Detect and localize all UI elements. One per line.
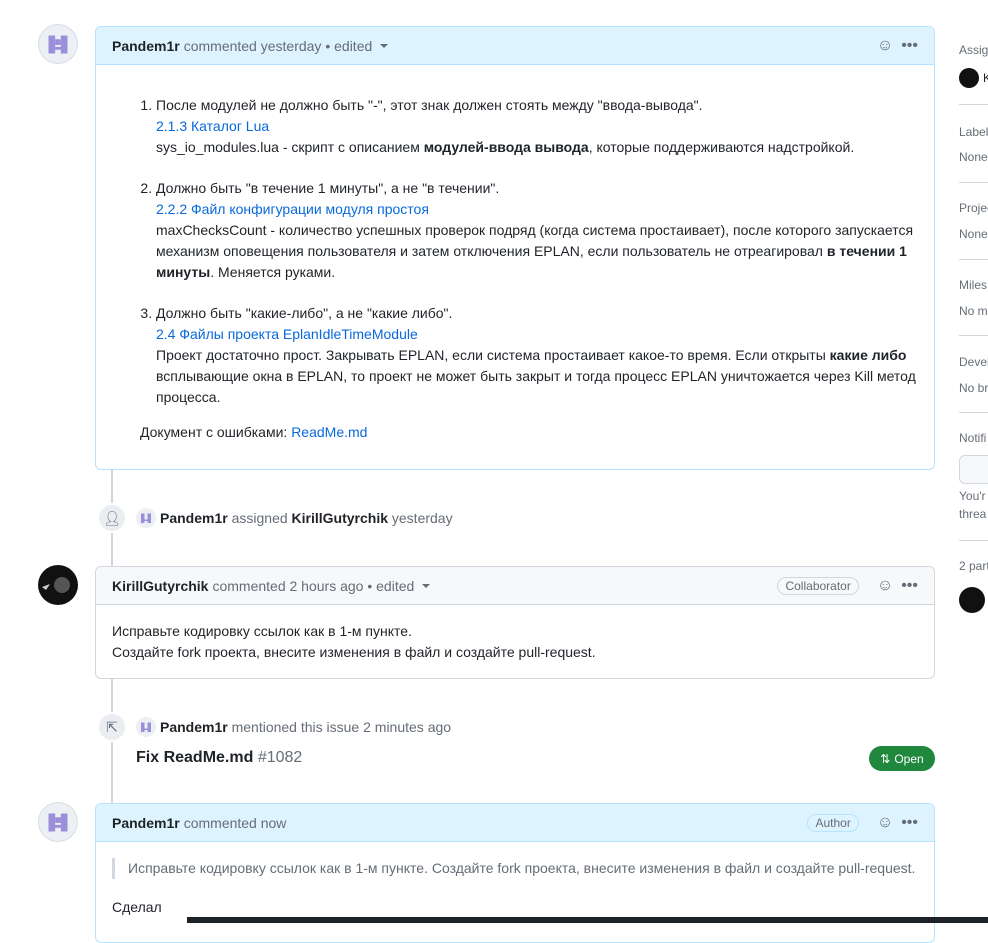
readme-link[interactable]: ReadMe.md <box>291 424 367 440</box>
comment-time: commented yesterday <box>183 37 322 54</box>
pr-state-badge: ⇅ Open <box>869 746 935 771</box>
comment-kirillgutyrchik: KirillGutyrchik commented 2 hours ago • … <box>95 566 935 679</box>
sidebar-notifications-heading: Notifi <box>959 431 987 445</box>
more-options-icon[interactable]: ••• <box>901 814 918 832</box>
sidebar-milestone-value: No m <box>959 304 988 318</box>
author-badge: Author <box>807 813 859 832</box>
subscribe-button[interactable] <box>959 455 988 484</box>
doc-reference: Документ с ошибками: ReadMe.md <box>140 424 368 440</box>
smiley-icon[interactable]: ☺ <box>877 577 893 595</box>
sidebar-labels-heading[interactable]: Label <box>959 125 988 139</box>
pull-request-icon: ⇅ <box>880 751 891 766</box>
comment-line: Исправьте кодировку ссылок как в 1-м пун… <box>112 623 412 639</box>
sidebar-participants-heading: 2 part <box>959 559 988 573</box>
comment-line: Создайте fork проекта, внесите изменения… <box>112 644 596 660</box>
more-options-icon[interactable]: ••• <box>901 577 918 595</box>
taskbar <box>187 917 988 923</box>
cross-reference-icon: ⇱ <box>97 712 127 742</box>
list-item: Должно быть "какие-либо", а не "какие ли… <box>156 303 918 408</box>
avatar-kirillgutyrchik[interactable] <box>38 565 78 605</box>
event-actor[interactable]: Pandem1r <box>160 719 228 735</box>
comment-pandem1r-1: Pandem1r commented yesterday • edited ☺ … <box>95 26 935 470</box>
edited-menu[interactable]: • edited <box>325 38 372 54</box>
pr-number[interactable]: #1082 <box>258 749 303 766</box>
doc-link[interactable]: 2.4 Файлы проекта EplanIdleTimeModule <box>156 326 418 342</box>
smiley-icon[interactable]: ☺ <box>877 37 893 55</box>
sidebar-projects-heading[interactable]: Projec <box>959 201 988 215</box>
event-actor[interactable]: Pandem1r <box>160 510 228 526</box>
comment-time: commented 2 hours ago <box>212 577 364 594</box>
sidebar-development-value: No br <box>959 381 988 395</box>
pr-reference[interactable]: Fix ReadMe.md #1082 <box>136 749 302 767</box>
participant-avatar[interactable] <box>959 587 985 613</box>
sidebar-development-heading[interactable]: Devel <box>959 355 988 369</box>
chevron-down-icon[interactable] <box>380 43 389 48</box>
comment-author[interactable]: KirillGutyrchik <box>112 578 208 594</box>
avatar-mini[interactable] <box>136 508 156 528</box>
avatar-mini[interactable] <box>136 717 156 737</box>
notification-text: threa <box>959 507 987 521</box>
event-text: mentioned this issue 2 minutes ago <box>231 719 452 735</box>
avatar-mini <box>959 68 979 88</box>
list-item: Должно быть "в течение 1 минуты", а не "… <box>156 178 918 283</box>
blockquote: Исправьте кодировку ссылок как в 1-м пун… <box>112 858 918 879</box>
sidebar-assignees-heading[interactable]: Assig <box>959 43 988 57</box>
event-time: yesterday <box>391 510 453 526</box>
comment-time: commented now <box>183 814 287 831</box>
pr-title[interactable]: Fix ReadMe.md <box>136 749 253 766</box>
sidebar-assignee[interactable]: K <box>959 68 988 88</box>
chevron-down-icon[interactable] <box>422 583 431 588</box>
assigned-event: Pandem1r assigned KirillGutyrchik yester… <box>136 508 453 528</box>
avatar-pandem1r[interactable] <box>38 802 78 842</box>
list-item: После модулей не должно быть "-", этот з… <box>156 95 918 158</box>
doc-link[interactable]: 2.1.3 Каталог Lua <box>156 118 269 134</box>
mentioned-event: Pandem1r mentioned this issue 2 minutes … <box>136 717 451 737</box>
sidebar-milestone-heading[interactable]: Miles <box>959 278 988 292</box>
comment-author[interactable]: Pandem1r <box>112 815 180 831</box>
comment-author[interactable]: Pandem1r <box>112 38 180 54</box>
event-target[interactable]: KirillGutyrchik <box>292 510 388 526</box>
edited-menu[interactable]: • edited <box>367 578 414 594</box>
doc-link[interactable]: 2.2.2 Файл конфигурации модуля простоя <box>156 201 429 217</box>
person-icon: 👤︎ <box>97 503 127 533</box>
sidebar-projects-value: None <box>959 227 988 241</box>
event-verb: assigned <box>231 510 288 526</box>
notification-text: You'r <box>959 489 986 503</box>
smiley-icon[interactable]: ☺ <box>877 814 893 832</box>
collaborator-badge: Collaborator <box>777 576 859 595</box>
sidebar-labels-value: None <box>959 150 988 164</box>
comment-text: Сделал <box>112 899 162 915</box>
avatar-pandem1r[interactable] <box>38 24 78 64</box>
more-options-icon[interactable]: ••• <box>901 37 918 55</box>
